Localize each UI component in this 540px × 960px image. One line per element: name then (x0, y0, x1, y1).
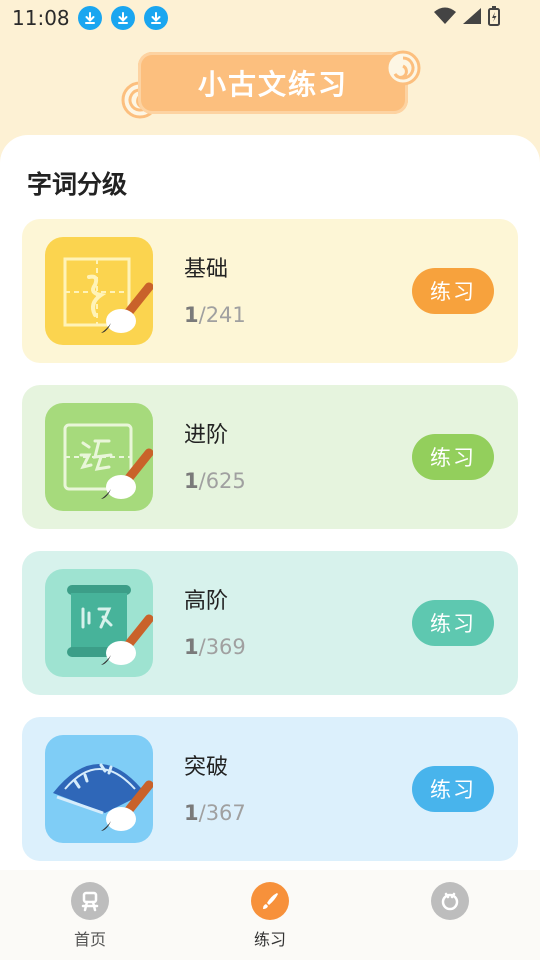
status-bar: 11:08 (0, 0, 540, 36)
practice-button[interactable]: 练习 (412, 766, 494, 812)
calligraphy-brush-icon (45, 403, 153, 511)
level-card-breakthrough[interactable]: 突破 1/367 练习 (22, 717, 518, 861)
status-time: 11:08 (12, 6, 70, 30)
practice-button[interactable]: 练习 (412, 268, 494, 314)
download-icon (110, 6, 135, 30)
level-progress: 1/625 (184, 469, 246, 493)
cloud-icon (385, 50, 421, 86)
download-icon (143, 6, 168, 30)
calligraphy-brush-icon (45, 569, 153, 677)
level-progress: 1/367 (184, 801, 246, 825)
level-progress: 1/369 (184, 635, 246, 659)
header-title-plate: 小古文练习 (138, 52, 408, 114)
download-icon (77, 6, 102, 30)
practice-button[interactable]: 练习 (412, 600, 494, 646)
practice-button[interactable]: 练习 (412, 434, 494, 480)
level-name: 基础 (184, 257, 229, 282)
nav-home-label: 首页 (73, 930, 106, 949)
header-banner: 小古文练习 (118, 48, 423, 120)
level-progress: 1/241 (184, 303, 246, 327)
level-card-intermediate[interactable]: 进阶 1/625 练习 (22, 385, 518, 529)
nav-home[interactable]: 首页 (50, 882, 130, 950)
level-card-advanced[interactable]: 高阶 1/369 练习 (22, 551, 518, 695)
calligraphy-brush-icon (45, 237, 153, 345)
bottom-nav: 首页 练习 (0, 870, 540, 960)
fan-brush-icon (45, 735, 153, 843)
level-name: 高阶 (184, 589, 229, 614)
battery-icon (488, 6, 500, 26)
nav-practice[interactable]: 练习 (230, 882, 310, 950)
nav-profile[interactable] (410, 882, 490, 920)
section-title: 字词分级 (27, 170, 128, 199)
level-name: 进阶 (184, 423, 229, 448)
home-icon (71, 882, 109, 920)
page-title: 小古文练习 (197, 68, 348, 101)
nav-practice-label: 练习 (253, 930, 286, 949)
signal-icon (463, 8, 481, 24)
wifi-icon (434, 7, 456, 24)
brush-icon (251, 882, 289, 920)
level-card-basic[interactable]: 基础 1/241 练习 (22, 219, 518, 363)
profile-icon (431, 882, 469, 920)
level-name: 突破 (184, 755, 229, 780)
